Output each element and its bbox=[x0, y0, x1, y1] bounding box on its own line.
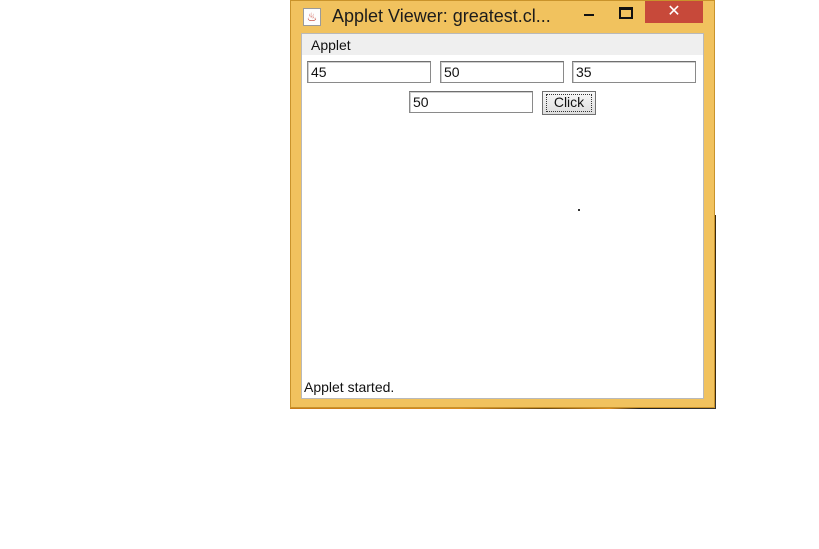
second-number-field[interactable] bbox=[440, 61, 564, 83]
stray-pixel bbox=[578, 209, 580, 211]
applet-client-area: Applet Click Applet started. bbox=[301, 33, 704, 399]
menu-applet[interactable]: Applet bbox=[311, 37, 351, 53]
window-title: Applet Viewer: greatest.cl... bbox=[332, 6, 551, 26]
click-button[interactable]: Click bbox=[542, 91, 596, 115]
java-cup-icon[interactable]: ♨ bbox=[303, 8, 321, 26]
status-text: Applet started. bbox=[304, 379, 395, 395]
focus-ring bbox=[546, 94, 592, 112]
close-icon[interactable]: ✕ bbox=[645, 1, 703, 23]
minimize-icon[interactable] bbox=[573, 1, 603, 23]
third-number-field[interactable] bbox=[572, 61, 696, 83]
title-bar[interactable]: ♨ Applet Viewer: greatest.cl... ✕ bbox=[291, 1, 714, 33]
menu-bar: Applet bbox=[302, 34, 703, 55]
first-number-field[interactable] bbox=[307, 61, 431, 83]
applet-viewer-window: ♨ Applet Viewer: greatest.cl... ✕ Applet… bbox=[290, 0, 715, 408]
maximize-icon[interactable] bbox=[609, 1, 639, 23]
result-field[interactable] bbox=[409, 91, 533, 113]
